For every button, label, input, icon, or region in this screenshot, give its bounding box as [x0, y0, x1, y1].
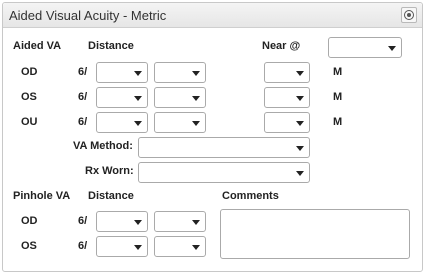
panel-header: Aided Visual Acuity - Metric [3, 3, 422, 28]
chevron-down-icon [134, 121, 142, 126]
aided-ou-distance-numerator-select[interactable] [96, 112, 148, 133]
aided-distance-label: Distance [88, 40, 134, 52]
near-distance-select[interactable] [328, 37, 402, 58]
chevron-down-icon [296, 146, 304, 151]
aided-od-near-select[interactable] [264, 62, 310, 83]
near-label: Near @ [262, 40, 301, 52]
pinhole-os-distance-modifier-select[interactable] [154, 236, 206, 257]
va-method-label: VA Method: [73, 140, 133, 152]
chevron-down-icon [192, 96, 200, 101]
pinhole-os-label: OS [21, 240, 37, 252]
chevron-down-icon [296, 71, 304, 76]
aided-os-near-select[interactable] [264, 87, 310, 108]
aided-ou-prefix: 6/ [78, 116, 88, 128]
aided-os-prefix: 6/ [78, 91, 88, 103]
aided-os-unit: M [333, 91, 343, 103]
aided-ou-label: OU [21, 116, 38, 128]
aided-os-label: OS [21, 91, 37, 103]
pinhole-od-prefix: 6/ [78, 215, 88, 227]
chevron-down-icon [296, 121, 304, 126]
chevron-down-icon [134, 245, 142, 250]
chevron-down-icon [192, 245, 200, 250]
panel-title: Aided Visual Acuity - Metric [9, 8, 167, 23]
pinhole-va-label: Pinhole VA [13, 190, 71, 202]
circle-target-dot [407, 13, 411, 17]
chevron-down-icon [134, 71, 142, 76]
aided-ou-unit: M [333, 116, 343, 128]
chevron-down-icon [388, 46, 396, 51]
pinhole-od-distance-modifier-select[interactable] [154, 211, 206, 232]
chevron-down-icon [192, 71, 200, 76]
aided-os-distance-numerator-select[interactable] [96, 87, 148, 108]
aided-va-label: Aided VA [13, 40, 62, 52]
pinhole-od-distance-numerator-select[interactable] [96, 211, 148, 232]
pinhole-os-prefix: 6/ [78, 240, 88, 252]
aided-od-unit: M [333, 66, 343, 78]
rx-worn-label: Rx Worn: [85, 165, 134, 177]
chevron-down-icon [134, 220, 142, 225]
aided-ou-distance-modifier-select[interactable] [154, 112, 206, 133]
collapse-button[interactable] [401, 7, 417, 23]
chevron-down-icon [296, 96, 304, 101]
va-method-select[interactable] [138, 137, 310, 158]
chevron-down-icon [134, 96, 142, 101]
aided-ou-near-select[interactable] [264, 112, 310, 133]
aided-od-label: OD [21, 66, 38, 78]
pinhole-os-distance-numerator-select[interactable] [96, 236, 148, 257]
chevron-down-icon [296, 171, 304, 176]
comments-textarea[interactable] [220, 209, 410, 259]
aided-od-distance-numerator-select[interactable] [96, 62, 148, 83]
aided-os-distance-modifier-select[interactable] [154, 87, 206, 108]
comments-label: Comments [222, 190, 279, 202]
aided-od-distance-modifier-select[interactable] [154, 62, 206, 83]
pinhole-od-label: OD [21, 215, 38, 227]
chevron-down-icon [192, 220, 200, 225]
aided-od-prefix: 6/ [78, 66, 88, 78]
chevron-down-icon [192, 121, 200, 126]
pinhole-distance-label: Distance [88, 190, 134, 202]
rx-worn-select[interactable] [138, 162, 310, 183]
